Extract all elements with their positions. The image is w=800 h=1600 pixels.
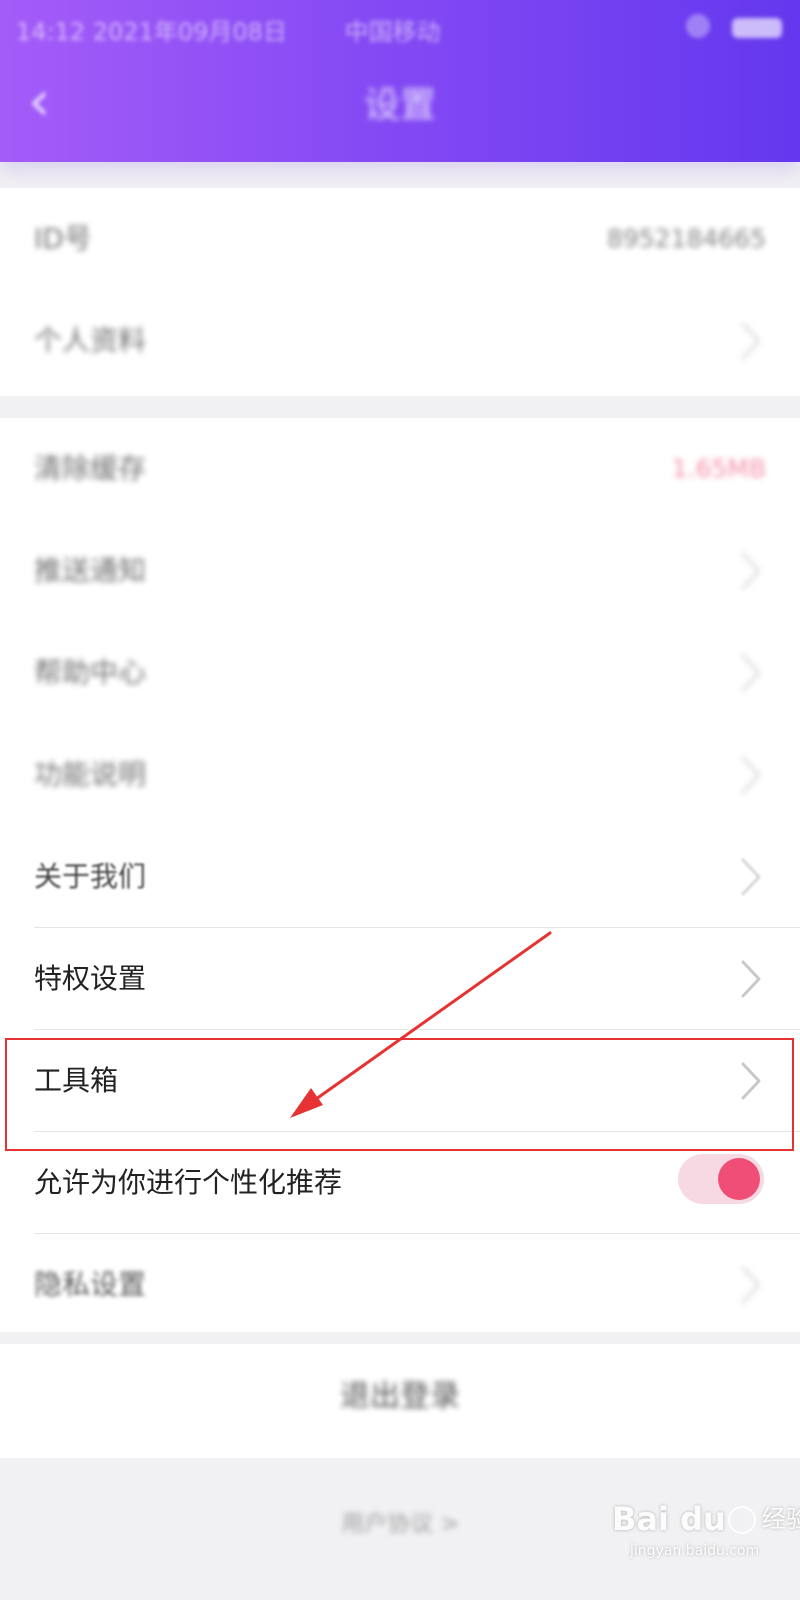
chevron-right-icon (732, 647, 770, 699)
top-navigation-bar: 14:12 2021年09月08日 中国移动 ‹ 设置 (0, 0, 800, 162)
signal-icon (686, 14, 710, 38)
id-row: ID号 8952184665 (0, 188, 800, 290)
baidu-jingyan-watermark: Bai du 经验 jingyan.baidu.com (612, 1502, 800, 1574)
privilege-settings-row[interactable]: 特权设置 (0, 928, 800, 1030)
user-agreement-link[interactable]: 用户协议 > (318, 1504, 483, 1544)
chevron-right-icon (732, 953, 770, 1005)
clear-cache-row[interactable]: 清除缓存 1.65MB (0, 418, 800, 520)
feature-description-label: 功能说明 (34, 758, 147, 791)
chevron-right-icon (732, 1055, 770, 1107)
status-time-date: 14:12 2021年09月08日 (16, 18, 287, 46)
personalized-recommendation-toggle[interactable] (678, 1154, 764, 1204)
push-notification-row[interactable]: 推送通知 (0, 520, 800, 622)
chevron-right-icon (732, 1259, 770, 1311)
cache-size-value: 1.65MB (671, 454, 766, 483)
privacy-settings-row[interactable]: 隐私设置 (0, 1234, 800, 1336)
privilege-settings-label: 特权设置 (34, 962, 147, 995)
profile-row[interactable]: 个人资料 (0, 290, 800, 392)
watermark-brand: Bai du 经验 (612, 1502, 800, 1536)
logout-button[interactable]: 退出登录 (300, 1372, 500, 1422)
privacy-settings-label: 隐私设置 (34, 1268, 147, 1301)
toolbox-label: 工具箱 (34, 1064, 119, 1097)
settings-screen: 14:12 2021年09月08日 中国移动 ‹ 设置 ID号 89521846… (0, 0, 800, 1600)
push-notification-label: 推送通知 (34, 554, 147, 587)
logout-panel: 退出登录 (0, 1344, 800, 1458)
back-arrow-icon[interactable]: ‹ (28, 74, 72, 130)
chevron-right-icon (732, 315, 770, 367)
about-us-row[interactable]: 关于我们 (0, 826, 800, 928)
id-label: ID号 (34, 222, 92, 255)
chevron-right-icon (732, 749, 770, 801)
chevron-right-icon (732, 851, 770, 903)
page-title: 设置 (363, 85, 436, 126)
battery-icon (732, 18, 782, 38)
status-icons (662, 14, 782, 42)
toolbox-row[interactable]: 工具箱 (0, 1030, 800, 1132)
personalized-recommendation-row[interactable]: 允许为你进行个性化推荐 (0, 1132, 800, 1234)
personalized-recommendation-label: 允许为你进行个性化推荐 (34, 1166, 343, 1199)
general-settings-panel: 清除缓存 1.65MB 推送通知 帮助中心 功能说明 关于我们 特权设置 工具箱… (0, 418, 800, 1332)
toggle-knob (718, 1158, 760, 1200)
status-carrier: 中国移动 (344, 18, 441, 46)
status-bar-text: 14:12 2021年09月08日 中国移动 (16, 12, 441, 46)
watermark-domain: jingyan.baidu.com (630, 1543, 760, 1559)
profile-label: 个人资料 (34, 324, 147, 357)
chevron-right-icon (732, 545, 770, 597)
about-us-label: 关于我们 (34, 860, 147, 893)
clear-cache-label: 清除缓存 (34, 452, 147, 485)
account-settings-panel: ID号 8952184665 个人资料 (0, 188, 800, 396)
help-center-row[interactable]: 帮助中心 (0, 622, 800, 724)
feature-description-row[interactable]: 功能说明 (0, 724, 800, 826)
paw-icon (727, 1506, 756, 1534)
id-value: 8952184665 (606, 224, 766, 253)
help-center-label: 帮助中心 (34, 656, 147, 689)
watermark-cn: 经验 (761, 1505, 800, 1533)
